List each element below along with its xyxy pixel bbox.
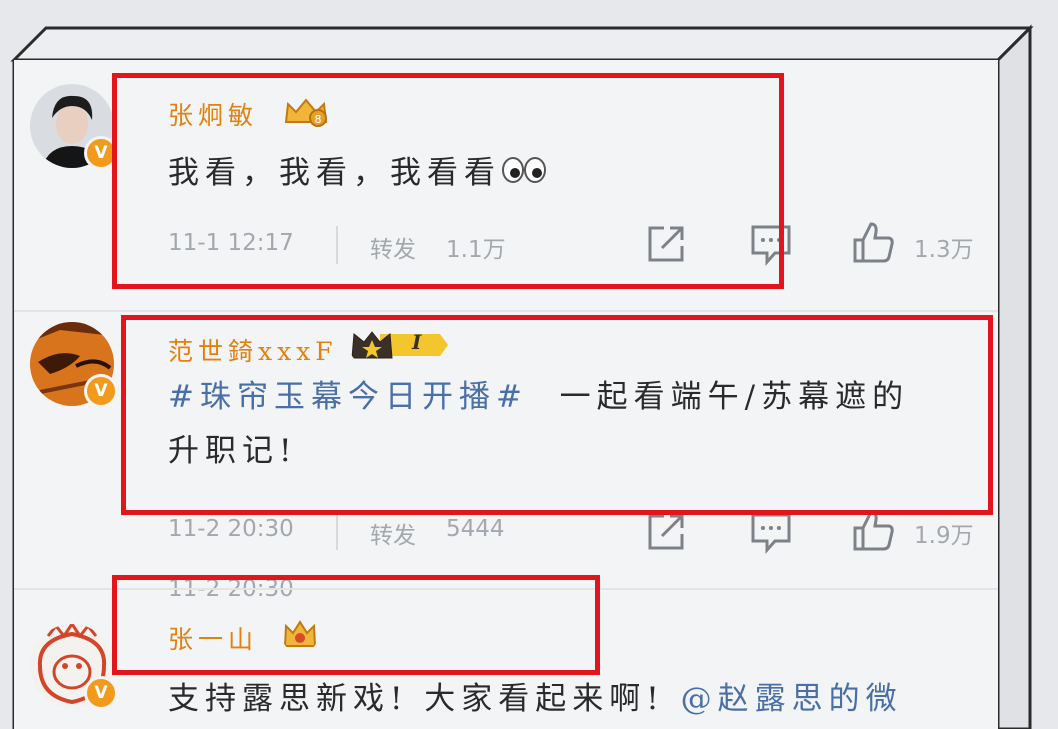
post-time: 11-2 20:30 bbox=[168, 516, 294, 542]
comment-icon[interactable] bbox=[750, 512, 792, 554]
highlight-box bbox=[121, 315, 993, 515]
repost-label[interactable]: 转发 bbox=[370, 516, 416, 550]
avatar[interactable]: V bbox=[30, 84, 118, 170]
highlight-box bbox=[112, 575, 600, 675]
verified-badge-icon: V bbox=[84, 374, 118, 408]
avatar[interactable]: V bbox=[30, 624, 118, 710]
like-count: 1.9万 bbox=[914, 523, 974, 549]
highlight-box bbox=[112, 73, 784, 289]
like-icon[interactable] bbox=[852, 220, 896, 264]
repost-count: 5444 bbox=[446, 516, 505, 542]
like-count: 1.3万 bbox=[914, 237, 974, 263]
comment-text: 支持露思新戏! 大家看起来啊! @赵露思的微 bbox=[168, 681, 903, 717]
avatar[interactable]: V bbox=[30, 322, 118, 408]
share-icon[interactable] bbox=[646, 512, 686, 552]
divider bbox=[336, 512, 338, 550]
verified-badge-icon: V bbox=[84, 676, 118, 710]
mention-link[interactable]: @赵露思的微 bbox=[681, 681, 903, 717]
